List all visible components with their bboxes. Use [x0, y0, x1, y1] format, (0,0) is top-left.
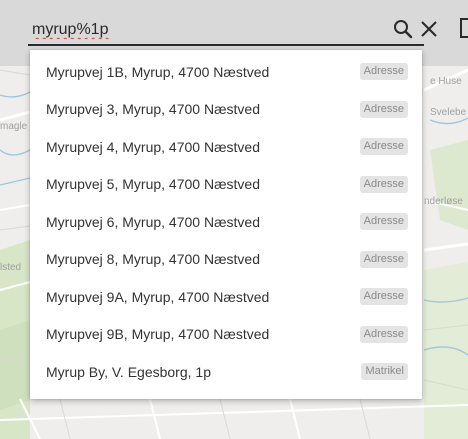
map-place-label: lsted: [0, 262, 22, 273]
map-place-label: nderløse: [424, 196, 463, 207]
close-icon[interactable]: [418, 18, 440, 40]
result-label: Myrupvej 4, Myrup, 4700 Næstved: [46, 138, 260, 155]
search-result-item[interactable]: Myrupvej 4, Myrup, 4700 Næstved Adresse: [30, 128, 422, 165]
result-type-badge: Adresse: [359, 63, 408, 80]
result-type-badge: Adresse: [359, 288, 408, 305]
search-box: [28, 14, 437, 46]
result-label: Myrupvej 9B, Myrup, 4700 Næstved: [46, 326, 270, 342]
search-result-item[interactable]: Myrupvej 1B, Myrup, 4700 Næstved Adresse: [30, 53, 422, 90]
search-result-item[interactable]: Myrupvej 9A, Myrup, 4700 Næstved Adresse: [30, 278, 422, 315]
map-place-label: magle: [0, 121, 28, 132]
search-result-item[interactable]: Myrupvej 6, Myrup, 4700 Næstved Adresse: [30, 203, 422, 240]
result-label: Myrupvej 1B, Myrup, 4700 Næstved: [46, 63, 270, 80]
result-type-badge: Adresse: [359, 325, 408, 343]
search-results-dropdown: Myrupvej 1B, Myrup, 4700 Næstved Adresse…: [30, 50, 422, 399]
map-place-label: Svelebe: [430, 107, 467, 118]
result-label: Myrupvej 6, Myrup, 4700 Næstved: [46, 213, 260, 230]
result-label: Myrupvej 3, Myrup, 4700 Næstved: [46, 101, 260, 117]
search-result-item[interactable]: Myrupvej 5, Myrup, 4700 Næstved Adresse: [30, 166, 422, 203]
side-panel-toggle-button[interactable]: [460, 18, 468, 38]
search-result-item[interactable]: Myrupvej 3, Myrup, 4700 Næstved Adresse: [30, 91, 422, 128]
result-label: Myrupvej 8, Myrup, 4700 Næstved: [46, 251, 260, 267]
search-icon[interactable]: [392, 18, 414, 40]
search-result-item[interactable]: Myrupvej 8, Myrup, 4700 Næstved Adresse: [30, 241, 422, 278]
result-label: Myrupvej 5, Myrup, 4700 Næstved: [46, 176, 260, 192]
result-type-badge: Matrikel: [361, 363, 408, 380]
map-place-label: e Huse: [430, 76, 462, 87]
result-type-badge: Adresse: [359, 250, 408, 268]
search-result-item[interactable]: Myrupvej 9B, Myrup, 4700 Næstved Adresse: [30, 316, 422, 353]
result-label: Myrup By, V. Egesborg, 1p: [46, 363, 211, 380]
result-type-badge: Adresse: [359, 138, 408, 155]
result-type-badge: Adresse: [359, 175, 408, 193]
search-result-item[interactable]: Myrup By, V. Egesborg, 1p Matrikel: [30, 353, 422, 390]
search-input[interactable]: [32, 18, 372, 42]
result-type-badge: Adresse: [359, 213, 408, 230]
result-type-badge: Adresse: [359, 100, 408, 118]
result-label: Myrupvej 9A, Myrup, 4700 Næstved: [46, 288, 270, 305]
